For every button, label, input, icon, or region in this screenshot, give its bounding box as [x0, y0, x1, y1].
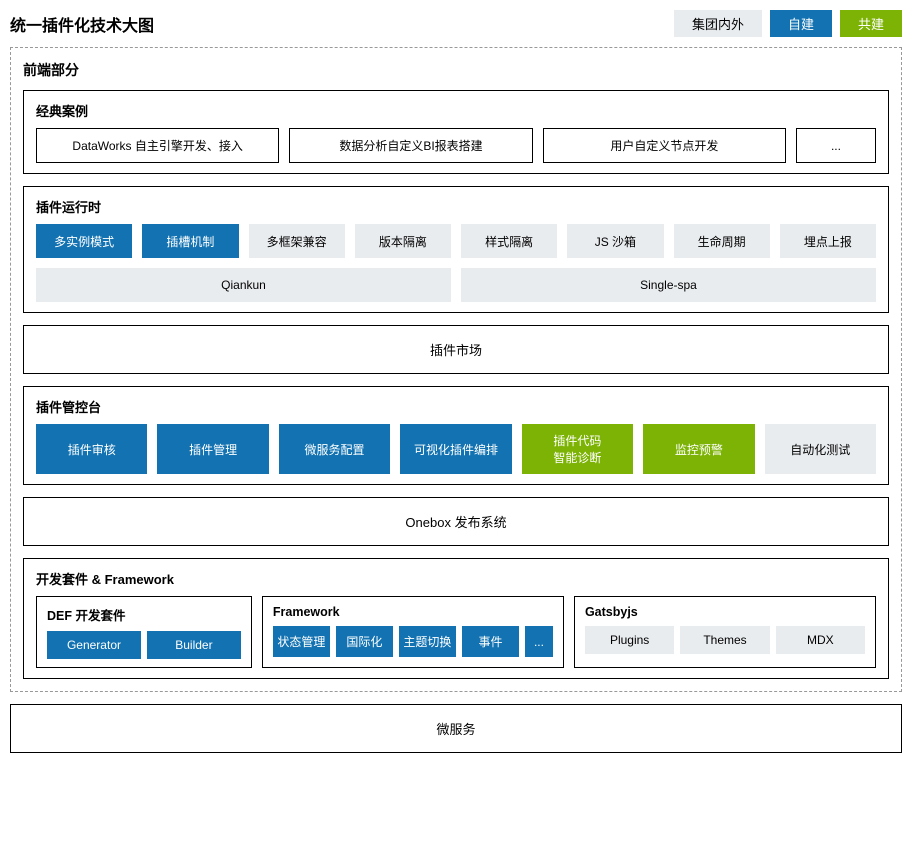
cases-title: 经典案例	[36, 101, 876, 120]
runtime-base: Single-spa	[461, 268, 876, 302]
legend-self-built: 自建	[770, 10, 832, 37]
runtime-item: JS 沙箱	[567, 224, 663, 258]
console-item: 微服务配置	[279, 424, 390, 474]
framework-box: Framework 状态管理 国际化 主题切换 事件 ...	[262, 596, 564, 668]
def-box: DEF 开发套件 Generator Builder	[36, 596, 252, 668]
fw-item-more: ...	[525, 626, 553, 657]
console-title: 插件管控台	[36, 397, 876, 416]
console-row: 插件审核 插件管理 微服务配置 可视化插件编排 插件代码 智能诊断 监控预警 自…	[36, 424, 876, 474]
fw-item: 事件	[462, 626, 519, 657]
console-box: 插件管控台 插件审核 插件管理 微服务配置 可视化插件编排 插件代码 智能诊断 …	[23, 386, 889, 485]
runtime-item: 多框架兼容	[249, 224, 345, 258]
console-item: 插件代码 智能诊断	[522, 424, 633, 474]
framework-title: Framework	[273, 605, 553, 619]
def-title: DEF 开发套件	[47, 605, 241, 624]
runtime-item: 插槽机制	[142, 224, 238, 258]
gatsby-box: Gatsbyjs Plugins Themes MDX	[574, 596, 876, 668]
page-title: 统一插件化技术大图	[10, 12, 674, 36]
cases-box: 经典案例 DataWorks 自主引擎开发、接入 数据分析自定义BI报表搭建 用…	[23, 90, 889, 174]
runtime-row-top: 多实例模式 插槽机制 多框架兼容 版本隔离 样式隔离 JS 沙箱 生命周期 埋点…	[36, 224, 876, 258]
fw-item: 主题切换	[399, 626, 456, 657]
runtime-item: 多实例模式	[36, 224, 132, 258]
def-item: Builder	[147, 631, 241, 659]
devkit-columns: DEF 开发套件 Generator Builder Framework 状态管…	[36, 596, 876, 668]
gatsby-item: MDX	[776, 626, 865, 654]
devkit-box: 开发套件 & Framework DEF 开发套件 Generator Buil…	[23, 558, 889, 679]
runtime-box: 插件运行时 多实例模式 插槽机制 多框架兼容 版本隔离 样式隔离 JS 沙箱 生…	[23, 186, 889, 313]
legend-co-built: 共建	[840, 10, 902, 37]
microservice-box: 微服务	[10, 704, 902, 753]
runtime-item: 生命周期	[674, 224, 770, 258]
runtime-title: 插件运行时	[36, 197, 876, 216]
frontend-title: 前端部分	[23, 60, 889, 80]
frontend-section: 前端部分 经典案例 DataWorks 自主引擎开发、接入 数据分析自定义BI报…	[10, 47, 902, 692]
fw-item: 国际化	[336, 626, 393, 657]
runtime-row-bottom: Qiankun Single-spa	[36, 268, 876, 302]
runtime-base: Qiankun	[36, 268, 451, 302]
runtime-item: 样式隔离	[461, 224, 557, 258]
fw-item: 状态管理	[273, 626, 330, 657]
runtime-item: 版本隔离	[355, 224, 451, 258]
case-item: DataWorks 自主引擎开发、接入	[36, 128, 279, 163]
onebox-box: Onebox 发布系统	[23, 497, 889, 546]
gatsby-item: Themes	[680, 626, 769, 654]
console-item: 监控预警	[643, 424, 754, 474]
case-item-more: ...	[796, 128, 876, 163]
console-item: 插件审核	[36, 424, 147, 474]
gatsby-title: Gatsbyjs	[585, 605, 865, 619]
case-item: 数据分析自定义BI报表搭建	[289, 128, 532, 163]
console-item: 插件管理	[157, 424, 268, 474]
case-item: 用户自定义节点开发	[543, 128, 786, 163]
cases-row: DataWorks 自主引擎开发、接入 数据分析自定义BI报表搭建 用户自定义节…	[36, 128, 876, 163]
runtime-item: 埋点上报	[780, 224, 876, 258]
gatsby-item: Plugins	[585, 626, 674, 654]
market-box: 插件市场	[23, 325, 889, 374]
legend-group: 集团内外	[674, 10, 762, 37]
console-item: 自动化测试	[765, 424, 876, 474]
def-item: Generator	[47, 631, 141, 659]
legend: 集团内外 自建 共建	[674, 10, 902, 37]
devkit-title: 开发套件 & Framework	[36, 569, 876, 588]
console-item: 可视化插件编排	[400, 424, 511, 474]
header: 统一插件化技术大图 集团内外 自建 共建	[10, 10, 902, 37]
